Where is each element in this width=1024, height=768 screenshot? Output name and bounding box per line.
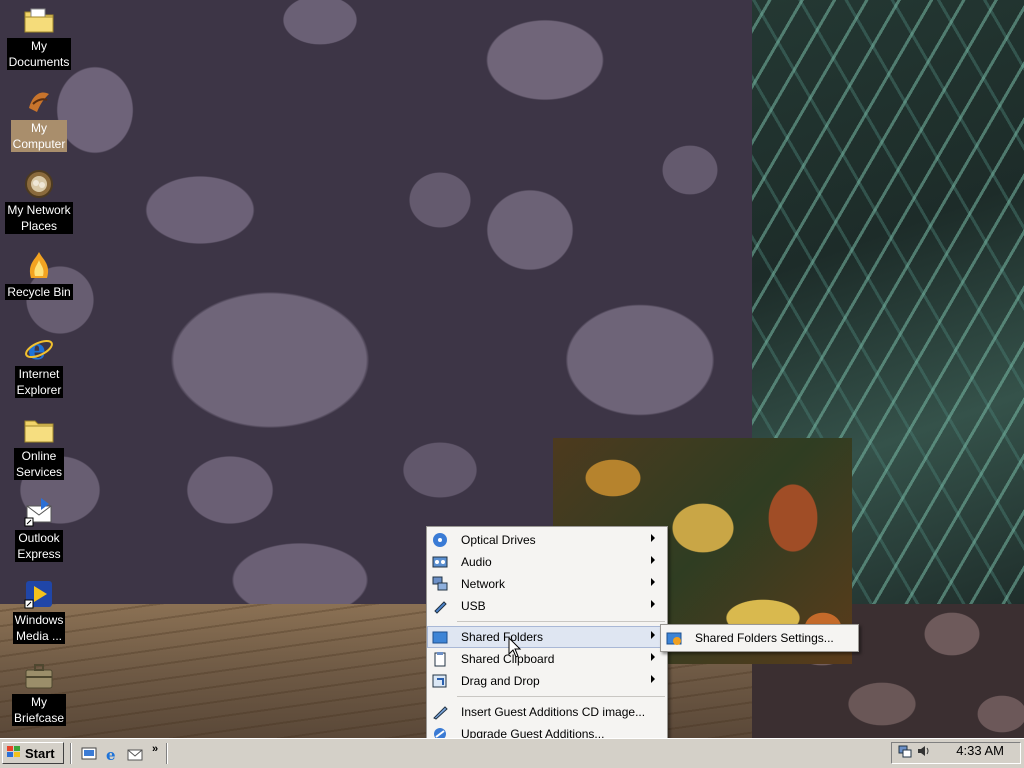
menu-item-label: Network [461, 577, 506, 591]
submenu-arrow-icon [651, 556, 655, 564]
submenu-arrow-icon [651, 600, 655, 608]
menu-item-network[interactable]: Network [427, 573, 667, 595]
taskbar-separator [166, 743, 168, 764]
submenu-arrow-icon [651, 578, 655, 586]
drag-drop-icon [432, 673, 448, 689]
desktop-icon-label: My Network Places [5, 202, 73, 234]
menu-separator [457, 696, 665, 697]
submenu-arrow-icon [651, 653, 655, 661]
submenu-arrow-icon [651, 675, 655, 683]
desktop-icon-label: My Briefcase [11, 694, 67, 726]
start-button[interactable]: Start [2, 742, 64, 764]
start-label: Start [25, 745, 55, 761]
desktop-icon-online-services[interactable]: Online Services [1, 414, 77, 480]
taskbar-separator [70, 743, 72, 764]
taskbar: Start e » 4:33 AM [0, 738, 1024, 768]
guest-additions-cd-icon [432, 704, 448, 720]
menu-item-label: USB [461, 599, 486, 613]
clipboard-icon [432, 651, 448, 667]
desktop-icon-internet-explorer[interactable]: e Internet Explorer [1, 332, 77, 398]
desktop-icon-my-briefcase[interactable]: My Briefcase [1, 660, 77, 726]
desktop-icon-label: My Documents [6, 38, 72, 70]
menu-item-shared-folders[interactable]: Shared Folders [427, 626, 667, 648]
network-tray-icon[interactable] [898, 744, 912, 763]
desktop-icon-label: Windows Media ... [12, 612, 66, 644]
volume-icon[interactable] [916, 744, 930, 763]
menu-item-label: Shared Folders [461, 630, 544, 644]
menu-item-optical-drives[interactable]: Optical Drives [427, 529, 667, 551]
menu-item-label: Optical Drives [461, 533, 536, 547]
menu-item-shared-folders-settings[interactable]: Shared Folders Settings... [661, 627, 858, 649]
shared-folder-icon [432, 629, 448, 645]
mouse-cursor-icon [508, 636, 522, 664]
menu-item-label: Insert Guest Additions CD image... [461, 705, 646, 719]
outlook-express-icon[interactable] [126, 745, 144, 763]
menu-item-label: Audio [461, 555, 492, 569]
desktop-icon-outlook-express[interactable]: Outlook Express [1, 496, 77, 562]
recycle-bin-icon [23, 250, 55, 282]
windows-logo-icon [6, 745, 22, 762]
show-desktop-icon[interactable] [80, 745, 98, 763]
desktop-icon-label: Recycle Bin [5, 284, 73, 300]
desktop-icon-label: Outlook Express [15, 530, 63, 562]
desktop-icon-windows-media[interactable]: Windows Media ... [1, 578, 77, 644]
desktop-icon-my-network-places[interactable]: My Network Places [1, 168, 77, 234]
menu-item-label: Shared Folders Settings... [695, 631, 834, 645]
desktop-icon-label: Online Services [13, 448, 64, 480]
svg-text:e: e [106, 746, 116, 762]
windows-media-icon [23, 578, 55, 610]
computer-icon [23, 86, 55, 118]
desktop-icon-label: My Computer [10, 120, 68, 152]
submenu-arrow-icon [651, 534, 655, 542]
network-icon [432, 576, 448, 592]
outlook-express-icon [23, 496, 55, 528]
optical-drive-icon [432, 532, 448, 548]
svg-text:e: e [28, 333, 46, 364]
menu-item-audio[interactable]: Audio [427, 551, 667, 573]
folder-documents-icon [23, 4, 55, 36]
desktop-icon-label: Internet Explorer [14, 366, 64, 398]
desktop-icon-my-documents[interactable]: My Documents [1, 4, 77, 70]
shared-folders-submenu: Shared Folders Settings... [660, 624, 859, 652]
menu-item-shared-clipboard[interactable]: Shared Clipboard [427, 648, 667, 670]
submenu-arrow-icon [651, 631, 655, 639]
folder-icon [23, 414, 55, 446]
menu-item-label: Drag and Drop [461, 674, 540, 688]
menu-item-insert-guest-additions[interactable]: Insert Guest Additions CD image... [427, 701, 667, 723]
internet-explorer-icon: e [23, 332, 55, 364]
quick-launch-chevron[interactable]: » [152, 743, 158, 755]
network-places-icon [23, 168, 55, 200]
briefcase-icon [23, 660, 55, 692]
menu-item-drag-and-drop[interactable]: Drag and Drop [427, 670, 667, 692]
audio-icon [432, 554, 448, 570]
usb-icon [432, 598, 448, 614]
clock[interactable]: 4:33 AM [956, 743, 1004, 758]
menu-item-usb[interactable]: USB [427, 595, 667, 617]
devices-context-menu: Optical Drives Audio Network USB Shared … [426, 526, 668, 748]
desktop-icon-recycle-bin[interactable]: Recycle Bin [1, 250, 77, 300]
menu-separator [457, 621, 665, 622]
desktop-icon-my-computer[interactable]: My Computer [1, 86, 77, 152]
internet-explorer-icon[interactable]: e [103, 745, 121, 763]
shared-folder-settings-icon [666, 630, 682, 646]
